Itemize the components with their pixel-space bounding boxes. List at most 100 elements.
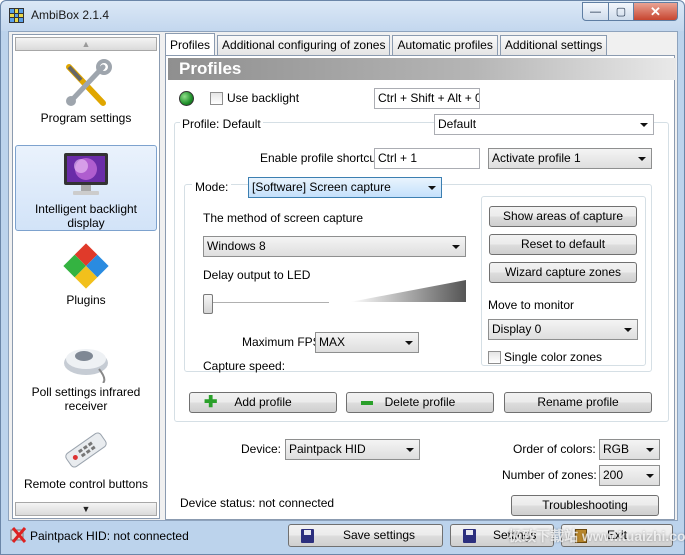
status-led-icon	[179, 91, 194, 106]
sidebar-scroll-down-button[interactable]: ▼	[15, 502, 157, 516]
app-window: AmbiBox 2.1.4 — ▢ ✕ ▲ Program settings I…	[0, 0, 685, 555]
panel-header: Profiles	[168, 58, 676, 80]
tab-profiles[interactable]: Profiles	[165, 33, 216, 55]
enable-shortcut-label: Enable profile shortcut:	[260, 151, 383, 165]
add-profile-button[interactable]: ✚ Add profile	[189, 392, 337, 413]
sidebar-item-poll-ir-receiver[interactable]: Poll settings infrared receiver	[15, 329, 157, 413]
minus-icon	[361, 401, 373, 405]
sidebar-item-plugins[interactable]: Plugins	[15, 237, 157, 309]
mode-label: Mode:	[192, 180, 232, 194]
profile-select[interactable]: Default	[434, 114, 654, 135]
status-bar: Paintpack HID: not connected Save settin…	[8, 523, 685, 549]
close-button[interactable]: ✕	[634, 2, 678, 21]
sidebar-item-label: Program settings	[40, 111, 132, 125]
move-monitor-label: Move to monitor	[488, 298, 575, 312]
profiles-panel: Profiles Use backlight Ctrl + Shift + Al…	[165, 55, 676, 520]
capture-method-label: The method of screen capture	[203, 211, 364, 225]
puzzle-icon	[59, 241, 113, 291]
capture-method-select[interactable]: Windows 8	[203, 236, 466, 257]
chevron-down-icon	[646, 474, 654, 478]
zones-select[interactable]: 200	[599, 465, 660, 486]
add-profile-label: Add profile	[234, 395, 292, 409]
rename-profile-button[interactable]: Rename profile	[504, 392, 652, 413]
reset-default-button[interactable]: Reset to default	[489, 234, 637, 255]
device-label: Device:	[241, 442, 282, 456]
delete-profile-button[interactable]: Delete profile	[346, 392, 494, 413]
client-area: ▲ Program settings Intelligent backlight…	[8, 31, 678, 521]
sidebar-item-label: Poll settings infrared receiver	[31, 385, 141, 413]
max-fps-select[interactable]: MAX	[315, 332, 419, 353]
tab-additional-zones[interactable]: Additional configuring of zones	[217, 35, 391, 55]
app-icon	[9, 8, 24, 23]
wrench-screwdriver-icon	[59, 59, 113, 109]
capture-speed-label: Capture speed:	[203, 359, 286, 373]
tab-bar: Profiles Additional configuring of zones…	[165, 33, 609, 56]
max-fps-label: Maximum FPS	[242, 335, 321, 349]
tab-additional-settings[interactable]: Additional settings	[499, 35, 608, 55]
monitor-value: Display 0	[492, 322, 542, 336]
delay-slider-thumb[interactable]	[203, 294, 213, 314]
troubleshooting-button[interactable]: Troubleshooting	[511, 495, 659, 516]
chevron-down-icon	[452, 245, 460, 249]
chevron-down-icon	[405, 341, 413, 345]
use-backlight-label: Use backlight	[227, 91, 300, 105]
chevron-down-icon	[624, 328, 632, 332]
save-settings-label: Save settings	[343, 528, 416, 542]
delay-ramp-graphic	[350, 280, 466, 302]
mode-select-value: [Software] Screen capture	[252, 180, 391, 194]
single-color-label: Single color zones	[504, 350, 603, 364]
delay-slider-track[interactable]	[203, 302, 329, 304]
sidebar-item-label: Plugins	[66, 293, 106, 307]
sidebar-scroll-up-button[interactable]: ▲	[15, 37, 157, 51]
profile-label: Profile: Default	[180, 117, 263, 131]
tab-automatic-profiles[interactable]: Automatic profiles	[392, 35, 498, 55]
sidebar-item-label: Intelligent backlight display	[34, 202, 138, 230]
chevron-down-icon	[428, 186, 436, 190]
enable-shortcut-field[interactable]: Ctrl + 1	[374, 148, 480, 169]
monitor-select[interactable]: Display 0	[488, 319, 638, 340]
zones-label: Number of zones:	[502, 468, 597, 482]
delete-profile-label: Delete profile	[384, 395, 456, 409]
status-text: Paintpack HID: not connected	[30, 529, 189, 543]
profile-select-value: Default	[438, 117, 477, 131]
delay-label: Delay output to LED	[203, 268, 311, 282]
chevron-down-icon	[406, 448, 414, 452]
chevron-down-icon	[646, 448, 654, 452]
minimize-button[interactable]: —	[582, 2, 609, 21]
sidebar-item-label: Remote control buttons	[23, 477, 149, 491]
maximize-button[interactable]: ▢	[609, 2, 634, 21]
chevron-down-icon	[640, 123, 648, 127]
order-colors-value: RGB	[603, 442, 630, 456]
floppy-disk-icon	[463, 529, 476, 543]
use-backlight-checkbox[interactable]	[210, 92, 223, 105]
plus-icon: ✚	[204, 394, 218, 411]
sidebar-item-remote-control[interactable]: Remote control buttons	[15, 421, 157, 493]
capture-method-value: Windows 8	[207, 239, 266, 253]
save-settings-button[interactable]: Save settings	[288, 524, 443, 547]
order-colors-select[interactable]: RGB	[599, 439, 660, 460]
ir-receiver-icon	[59, 333, 113, 384]
activate-profile-select[interactable]: Activate profile 1	[488, 148, 652, 169]
backlight-shortcut-field[interactable]: Ctrl + Shift + Alt + 0	[374, 88, 480, 109]
activate-profile-value: Activate profile 1	[492, 151, 581, 165]
device-status-text: Device status: not connected	[180, 496, 335, 510]
monitor-icon	[59, 150, 113, 200]
max-fps-value: MAX	[319, 335, 346, 349]
sidebar-item-intelligent-backlight[interactable]: Intelligent backlight display	[15, 145, 157, 231]
order-colors-label: Order of colors:	[513, 442, 596, 456]
zones-value: 200	[603, 468, 624, 482]
device-select[interactable]: Paintpack HID	[285, 439, 420, 460]
chevron-down-icon	[638, 157, 646, 161]
device-value: Paintpack HID	[289, 442, 366, 456]
floppy-disk-icon	[301, 529, 314, 543]
wizard-zones-button[interactable]: Wizard capture zones	[489, 262, 637, 283]
show-areas-button[interactable]: Show areas of capture	[489, 206, 637, 227]
window-title: AmbiBox 2.1.4	[31, 8, 110, 22]
single-color-checkbox[interactable]	[488, 351, 501, 364]
sidebar: ▲ Program settings Intelligent backlight…	[12, 34, 160, 519]
watermark-text: 极致下载站 www.kuaizhi.com	[508, 528, 685, 544]
mode-select[interactable]: [Software] Screen capture	[248, 177, 442, 198]
sidebar-item-program-settings[interactable]: Program settings	[15, 55, 157, 127]
title-bar[interactable]: AmbiBox 2.1.4 — ▢ ✕	[1, 1, 684, 31]
remote-control-icon	[59, 425, 113, 475]
